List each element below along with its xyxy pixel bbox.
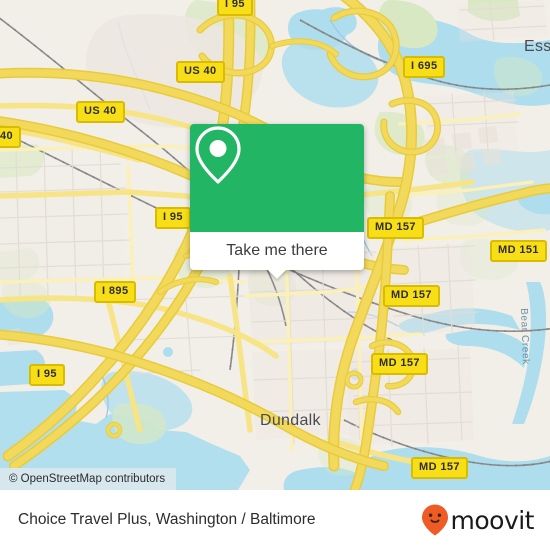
road-shield-md151: MD 151 xyxy=(490,240,547,262)
water-label-bear-creek: Bear Creek xyxy=(518,308,531,365)
road-shield-40-edge: 40 xyxy=(0,126,22,148)
road-shield-md157-mid: MD 157 xyxy=(383,285,440,307)
popup-action-area[interactable]: Take me there xyxy=(190,232,364,270)
road-shield-us40-upper: US 40 xyxy=(176,61,225,83)
map-canvas[interactable]: .w{fill:#AEDDED} .gr{fill:#D8E8C2} .bld{… xyxy=(0,0,550,490)
moovit-logo[interactable]: moovit xyxy=(420,503,535,537)
place-label-essex: Ess xyxy=(524,38,550,55)
location-pin-icon xyxy=(195,126,241,184)
place-label-dundalk: Dundalk xyxy=(260,412,321,429)
road-shield-us40-left: US 40 xyxy=(76,101,125,123)
road-shield-md157-bottom: MD 157 xyxy=(411,457,468,479)
take-me-there-label: Take me there xyxy=(226,242,328,259)
location-popup[interactable]: Take me there xyxy=(190,124,364,279)
road-shield-i95-mid: I 95 xyxy=(155,207,191,229)
road-shield-md157-upper: MD 157 xyxy=(367,217,424,239)
road-shield-i95-north: I 95 xyxy=(217,0,253,16)
place-title: Choice Travel Plus, Washington / Baltimo… xyxy=(18,511,316,528)
road-shield-i95-south: I 95 xyxy=(29,364,65,386)
road-shield-md157-lower: MD 157 xyxy=(371,353,428,375)
moovit-smiley-pin-icon xyxy=(421,504,448,536)
popup-header xyxy=(190,124,364,232)
popup-tail xyxy=(267,269,287,279)
moovit-wordmark: moovit xyxy=(450,505,535,535)
attribution-text: © OpenStreetMap contributors xyxy=(9,473,166,485)
road-shield-i695: I 695 xyxy=(403,56,446,78)
map-screenshot: .w{fill:#AEDDED} .gr{fill:#D8E8C2} .bld{… xyxy=(0,0,550,550)
road-shield-i895: I 895 xyxy=(94,281,137,303)
footer-bar: Choice Travel Plus, Washington / Baltimo… xyxy=(0,490,550,550)
map-attribution[interactable]: © OpenStreetMap contributors xyxy=(0,468,177,490)
